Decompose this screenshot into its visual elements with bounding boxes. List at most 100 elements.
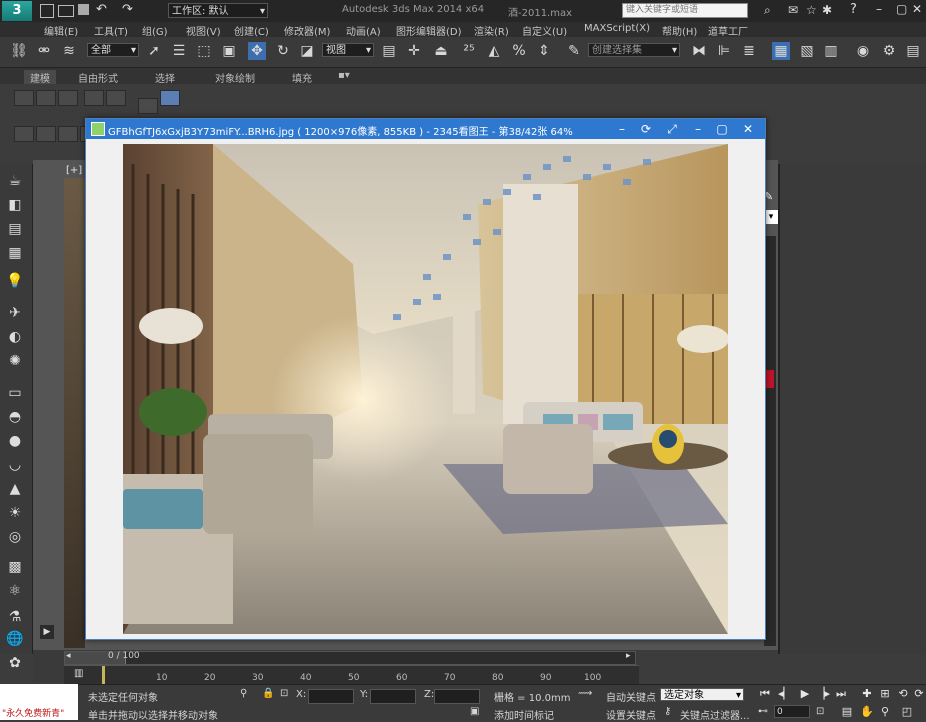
select-and-rotate-icon[interactable]: ↻ — [274, 42, 292, 60]
sphere-icon[interactable]: ● — [6, 432, 24, 450]
orbit-icon[interactable]: ⟲ — [896, 687, 910, 701]
leaf-icon[interactable]: ✿ — [6, 654, 24, 672]
hotel-lobby-photo[interactable] — [123, 144, 728, 634]
menu-modifiers[interactable]: 修改器(M) — [284, 23, 330, 38]
ribbon-button[interactable] — [160, 90, 180, 106]
menu-help[interactable]: 帮助(H) — [662, 23, 697, 38]
material-editor-icon[interactable]: ◉ — [854, 42, 872, 60]
teapot-icon[interactable]: ☕ — [6, 172, 24, 190]
pan-icon[interactable]: ✋ — [860, 705, 874, 719]
redo-icon[interactable]: ↷ — [122, 2, 133, 17]
ribbon-button[interactable] — [58, 90, 78, 106]
ribbon-tab-object-paint[interactable]: 对象绘制 — [215, 70, 255, 85]
minimize-icon[interactable]: – — [876, 2, 882, 16]
molecule-icon[interactable]: ⚛ — [6, 582, 24, 600]
ribbon-button[interactable] — [84, 90, 104, 106]
menu-edit[interactable]: 编辑(E) — [44, 23, 78, 38]
grid-icon[interactable]: ▦ — [6, 244, 24, 262]
ribbon-button[interactable] — [36, 90, 56, 106]
field-of-view-icon[interactable]: ▤ — [840, 705, 854, 719]
list-icon[interactable]: ▤ — [6, 220, 24, 238]
box-icon[interactable]: ◧ — [6, 196, 24, 214]
select-by-name-icon[interactable]: ☰ — [170, 42, 188, 60]
bind-space-warp-icon[interactable]: ≋ — [60, 42, 78, 60]
mirror-icon[interactable]: ⧓ — [690, 42, 708, 60]
ribbon-tab-freeform[interactable]: 自由形式 — [78, 70, 118, 85]
current-frame-marker[interactable] — [102, 666, 105, 684]
menu-tools[interactable]: 工具(T) — [94, 23, 128, 38]
menu-plugin[interactable]: 道草工厂 — [708, 23, 748, 38]
time-slider-prev-icon[interactable]: ◂ — [66, 651, 71, 661]
menu-customize[interactable]: 自定义(U) — [522, 23, 567, 38]
ribbon-button[interactable] — [36, 126, 56, 142]
angle-snap-icon[interactable]: ◭ — [485, 42, 503, 60]
select-object-icon[interactable]: ➚ — [145, 42, 163, 60]
key-mode-icon[interactable]: ⊷ — [758, 706, 768, 717]
go-to-end-icon[interactable]: ⏭ — [834, 687, 848, 701]
quick-access-open-icon[interactable] — [58, 5, 74, 17]
prev-frame-icon[interactable]: ◂▏ — [778, 687, 792, 701]
help-icon[interactable]: ? — [850, 2, 857, 17]
ribbon-tab-populate[interactable]: 填充 — [292, 70, 312, 85]
viewer-maximize-icon[interactable]: ▢ — [714, 121, 730, 137]
go-to-start-icon[interactable]: ⏮ — [758, 687, 772, 701]
menu-views[interactable]: 视图(V) — [186, 23, 221, 38]
torus-icon[interactable]: ◎ — [6, 528, 24, 546]
selection-filter-select[interactable]: 全部 ▾ — [87, 43, 139, 57]
time-slider[interactable] — [64, 651, 636, 665]
track-bar-icon[interactable]: ▥ — [74, 668, 88, 682]
helper-icon[interactable]: ◐ — [6, 328, 24, 346]
time-config-icon[interactable]: ⊡ — [816, 706, 824, 717]
zoom-icon[interactable]: ✚ — [860, 687, 874, 701]
binoculars-icon[interactable]: ⌕ — [764, 3, 771, 18]
key-filter-select[interactable]: 选定对象 ▾ — [660, 688, 744, 701]
absolute-mode-icon[interactable]: ⊡ — [280, 688, 288, 699]
ribbon-button[interactable] — [14, 126, 34, 142]
next-frame-icon[interactable]: ▕▸ — [816, 687, 830, 701]
ribbon-button[interactable] — [58, 126, 78, 142]
ribbon-options-icon[interactable]: ▪▾ — [338, 70, 350, 81]
viewer-menu-icon[interactable]: – — [614, 121, 630, 137]
flask-icon[interactable]: ⚗ — [6, 608, 24, 626]
edit-named-selection-icon[interactable]: ✎ — [565, 42, 583, 60]
x-coord-field[interactable] — [308, 689, 354, 704]
percent-snap-icon[interactable]: % — [510, 42, 528, 60]
select-manipulate-icon[interactable]: ✛ — [405, 42, 423, 60]
ribbon-button[interactable] — [138, 98, 158, 114]
workspace-select[interactable]: 工作区: 默认 ▾ — [168, 3, 268, 18]
keyboard-shortcut-icon[interactable]: ⏏ — [432, 42, 450, 60]
viewer-minimize-icon[interactable]: – — [690, 121, 706, 137]
named-selection-select[interactable]: 创建选择集 ▾ — [588, 43, 680, 57]
time-tag-icon[interactable]: ▣ — [470, 706, 479, 717]
menu-rendering[interactable]: 渲染(R) — [474, 23, 509, 38]
camera-icon[interactable]: ✈ — [6, 304, 24, 322]
globe-icon[interactable]: 🌐 — [6, 630, 24, 648]
viewport-label[interactable]: [+] — [66, 165, 82, 176]
menu-group[interactable]: 组(G) — [142, 23, 168, 38]
reference-coordinate-select[interactable]: 视图 ▾ — [322, 43, 374, 57]
menu-graph-editors[interactable]: 图形编辑器(D) — [396, 23, 462, 38]
light-icon[interactable]: 💡 — [6, 272, 24, 290]
align-icon[interactable]: ⊫ — [715, 42, 733, 60]
undo-icon[interactable]: ↶ — [96, 2, 107, 17]
viewer-close-icon[interactable]: ✕ — [740, 121, 756, 137]
communication-center-icon[interactable]: ✉ — [788, 3, 798, 17]
spinner-snap-icon[interactable]: ⇕ — [535, 42, 553, 60]
app-logo-icon[interactable]: 3 — [2, 1, 32, 21]
graphite-toggle-icon[interactable]: ▦ — [772, 42, 790, 60]
layer-manager-icon[interactable]: ≣ — [740, 42, 758, 60]
bowl-icon[interactable]: ◡ — [6, 456, 24, 474]
hemisphere-icon[interactable]: ◓ — [6, 408, 24, 426]
select-and-move-icon[interactable]: ✥ — [248, 42, 266, 60]
checker-icon[interactable]: ▩ — [6, 558, 24, 576]
play-icon[interactable]: ▶ — [798, 687, 812, 701]
render-setup-icon[interactable]: ⚙ — [880, 42, 898, 60]
current-frame-field[interactable]: 0 — [774, 705, 810, 718]
select-and-scale-icon[interactable]: ◪ — [298, 42, 316, 60]
menu-maxscript[interactable]: MAXScript(X) — [584, 23, 650, 34]
zoom-all-icon[interactable]: ⊞ — [878, 687, 892, 701]
selection-lock-icon[interactable]: 🔒 — [262, 688, 274, 699]
unlink-icon[interactable]: ⚮ — [35, 42, 53, 60]
cone-icon[interactable]: ▲ — [6, 480, 24, 498]
settings-icon[interactable]: ✱ — [822, 3, 832, 17]
